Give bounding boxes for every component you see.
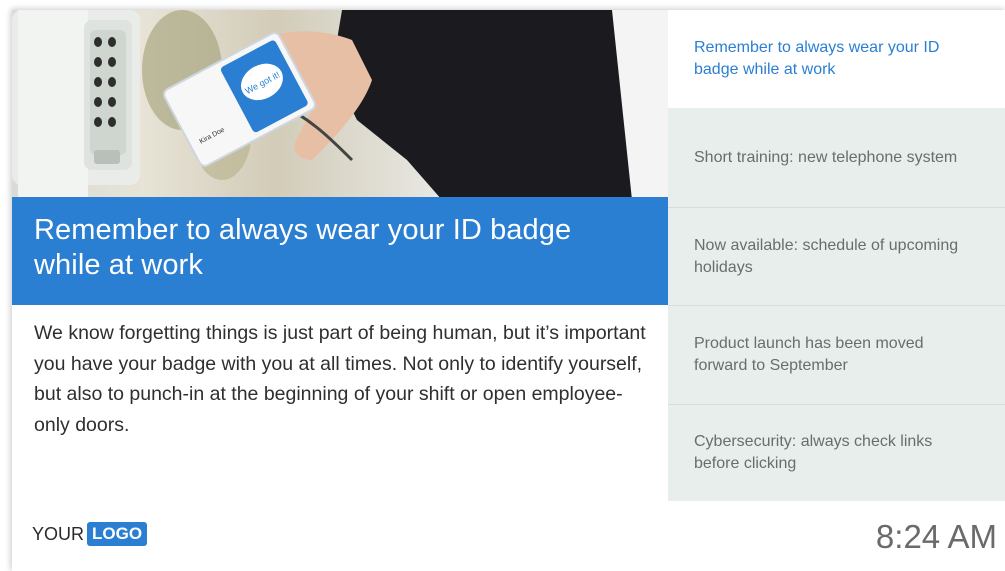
signage-screen: We got it! Kira Doe Remember to always w… (12, 10, 1005, 571)
headline-item-product-launch[interactable]: Product launch has been moved forward to… (668, 306, 1005, 404)
headline-item-label: Short training: new telephone system (694, 148, 958, 166)
headline-item-holidays[interactable]: Now available: schedule of upcoming holi… (668, 208, 1005, 305)
logo-highlight: LOGO (87, 522, 148, 546)
footer-bar: YOUR LOGO 8:24 AM (12, 501, 1005, 571)
hero-image: We got it! Kira Doe (12, 10, 668, 200)
headline-item-label: Cybersecurity: always check links before… (694, 433, 933, 472)
logo-prefix: YOUR (32, 523, 85, 544)
featured-article: We got it! Kira Doe Remember to always w… (12, 10, 668, 501)
headline-item-label: Product launch has been moved forward to… (694, 335, 924, 374)
headline-list: Remember to always wear your ID badge wh… (668, 10, 1005, 501)
article-body: We know forgetting things is just part o… (34, 322, 646, 436)
clock-time: 8:24 AM (875, 518, 997, 555)
headline-item-cybersecurity[interactable]: Cybersecurity: always check links before… (668, 405, 1005, 501)
keypad-device (12, 10, 140, 200)
company-logo: YOUR LOGO (32, 522, 148, 546)
headline-item-label: Remember to always wear your ID badge wh… (694, 39, 940, 78)
headline-item-telephone-training[interactable]: Short training: new telephone system (668, 108, 1005, 207)
headline-item-id-badge[interactable]: Remember to always wear your ID badge wh… (668, 10, 1005, 108)
headline-item-label: Now available: schedule of upcoming holi… (694, 236, 959, 276)
headline-banner: Remember to always wear your ID badge wh… (12, 197, 668, 305)
hero-illustration: We got it! Kira Doe (12, 10, 668, 200)
article-title: Remember to always wear your ID badge wh… (34, 214, 572, 281)
